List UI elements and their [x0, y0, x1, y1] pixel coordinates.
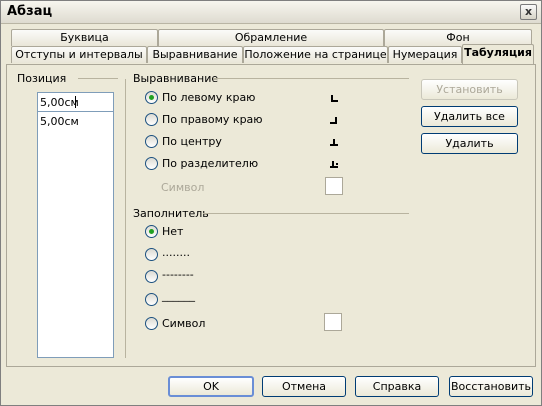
- position-input-value: 5,00см: [40, 96, 79, 109]
- title-bar[interactable]: Абзац x: [1, 1, 541, 24]
- set-button[interactable]: Установить: [421, 79, 518, 100]
- tab-tabs[interactable]: Табуляция: [462, 44, 534, 64]
- tab-right-icon: [328, 114, 340, 126]
- tab-numbering[interactable]: Нумерация: [388, 46, 462, 63]
- fill-dashes-radio[interactable]: [145, 270, 158, 283]
- align-left-radio[interactable]: [145, 91, 158, 104]
- position-list-item[interactable]: 5,00см: [40, 115, 79, 128]
- alignment-divider: [213, 78, 409, 79]
- position-input[interactable]: 5,00см: [37, 92, 114, 112]
- tab-text-flow[interactable]: Положение на странице: [243, 46, 388, 63]
- close-button[interactable]: x: [520, 4, 537, 20]
- fill-none-label[interactable]: Нет: [162, 225, 183, 238]
- window-title: Абзац: [7, 4, 53, 19]
- tab-dropcaps[interactable]: Буквица: [11, 29, 158, 46]
- position-heading: Позиция: [17, 72, 67, 85]
- fill-divider: [203, 213, 409, 214]
- fill-character-input[interactable]: [324, 313, 342, 331]
- tab-left-icon: [328, 92, 340, 104]
- group-separator: [125, 79, 126, 358]
- tab-borders[interactable]: Обрамление: [158, 29, 384, 46]
- text-cursor: [75, 96, 76, 108]
- fill-none-radio[interactable]: [145, 225, 158, 238]
- align-decimal-radio[interactable]: [145, 157, 158, 170]
- align-right-label[interactable]: По правому краю: [162, 113, 263, 126]
- cancel-button[interactable]: Отмена: [262, 376, 346, 397]
- tab-decimal-icon: [328, 158, 340, 170]
- paragraph-dialog: Абзац x Буквица Обрамление Фон Отступы и…: [0, 0, 542, 406]
- fill-dots-label[interactable]: ........: [162, 246, 190, 259]
- delete-button[interactable]: Удалить: [421, 133, 518, 154]
- tab-indents-spacing[interactable]: Отступы и интервалы: [11, 46, 147, 63]
- tab-alignment[interactable]: Выравнивание: [147, 46, 243, 63]
- decimal-symbol-input[interactable]: [325, 177, 343, 195]
- decimal-symbol-label: Символ: [161, 181, 205, 194]
- delete-all-button[interactable]: Удалить все: [421, 106, 518, 127]
- position-divider: [78, 78, 118, 79]
- align-center-radio[interactable]: [145, 135, 158, 148]
- align-center-label[interactable]: По центру: [162, 135, 222, 148]
- align-decimal-label[interactable]: По разделителю: [162, 157, 258, 170]
- alignment-heading: Выравнивание: [133, 72, 219, 85]
- fill-dashes-label[interactable]: --------: [162, 268, 194, 281]
- fill-dots-radio[interactable]: [145, 248, 158, 261]
- position-list[interactable]: 5,00см: [37, 111, 114, 358]
- align-left-label[interactable]: По левому краю: [162, 91, 255, 104]
- fill-underline-radio[interactable]: [145, 293, 158, 306]
- help-button[interactable]: Справка: [355, 376, 439, 397]
- fill-underline-label[interactable]: ______: [162, 289, 195, 302]
- fill-character-radio[interactable]: [145, 317, 158, 330]
- align-right-radio[interactable]: [145, 113, 158, 126]
- tab-center-icon: [328, 136, 340, 148]
- reset-button[interactable]: Восстановить: [449, 376, 533, 397]
- ok-button[interactable]: OK: [168, 376, 254, 397]
- fill-heading: Заполнитель: [133, 207, 209, 220]
- tabs-panel: Позиция 5,00см 5,00см Выравнивание По ле…: [6, 64, 536, 367]
- fill-character-label[interactable]: Символ: [162, 317, 205, 330]
